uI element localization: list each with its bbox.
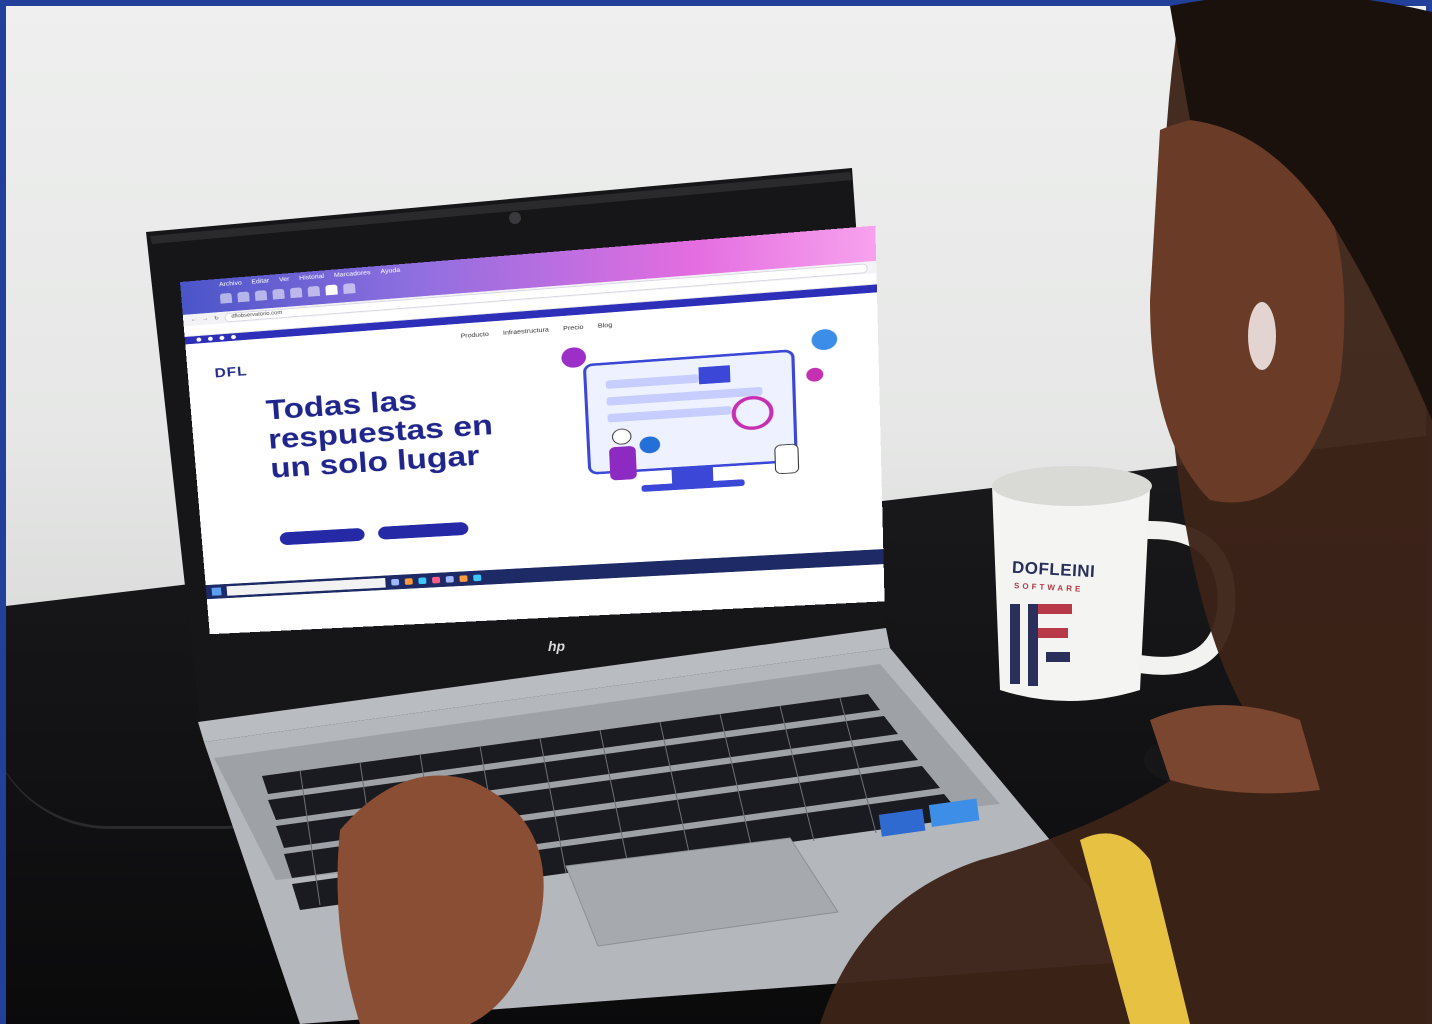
heart-icon: [806, 367, 824, 383]
taskbar-app-icon[interactable]: [418, 577, 427, 585]
browser-tab[interactable]: [219, 292, 233, 304]
secondary-button[interactable]: [377, 521, 469, 540]
taskbar-app-icon[interactable]: [459, 575, 468, 583]
laptop-screen: Archivo Editar Ver Historial Marcadores …: [180, 225, 885, 635]
browser-tab-active[interactable]: [325, 284, 338, 296]
browser-tab[interactable]: [237, 291, 250, 303]
browser-tab[interactable]: [254, 290, 268, 301]
mail-icon: [698, 365, 731, 385]
person-figure-left: [608, 445, 638, 481]
mug-brand: DOFLEINI: [1011, 557, 1096, 582]
browser-tab[interactable]: [289, 287, 303, 299]
forward-icon[interactable]: →: [202, 316, 208, 321]
taskbar-app-icon[interactable]: [473, 574, 482, 582]
globe-icon: [811, 328, 838, 351]
laptop-brand-logo: hp: [548, 638, 566, 654]
menu-item[interactable]: Ver: [279, 277, 290, 284]
taskbar-app-icon[interactable]: [431, 576, 441, 584]
windows-start-icon[interactable]: [211, 587, 222, 596]
browser-tab[interactable]: [343, 283, 356, 294]
taskbar-app-icon[interactable]: [445, 575, 454, 583]
windows-taskbar: [205, 548, 885, 600]
website-page: Producto Infraestructura Precio Blog DFL…: [185, 292, 885, 600]
logo-text: DFL: [214, 364, 249, 381]
social-icon[interactable]: [219, 335, 225, 341]
primary-button[interactable]: [279, 527, 366, 546]
nav-item[interactable]: Producto: [460, 332, 489, 340]
social-icon[interactable]: [196, 337, 202, 342]
taskbar-app-icon[interactable]: [404, 578, 413, 585]
menu-item[interactable]: Editar: [251, 278, 269, 285]
browser-tab[interactable]: [307, 285, 321, 297]
hero-illustration: [560, 328, 838, 492]
twitter-icon: [560, 346, 587, 369]
menu-item[interactable]: Historial: [299, 274, 324, 282]
back-icon[interactable]: ←: [191, 317, 197, 322]
menu-item[interactable]: Ayuda: [380, 268, 400, 275]
social-icon[interactable]: [230, 334, 237, 340]
menu-item[interactable]: Marcadores: [334, 270, 371, 279]
reload-icon[interactable]: ↻: [214, 315, 219, 321]
menu-item[interactable]: Archivo: [219, 280, 242, 288]
taskbar-search[interactable]: [226, 577, 386, 596]
hero-title: Todas las respuestas en un solo lugar: [264, 384, 494, 485]
browser-tab[interactable]: [272, 288, 285, 300]
site-logo[interactable]: DFL: [214, 364, 250, 381]
social-icon[interactable]: [207, 336, 213, 342]
person-figure-right: [775, 444, 799, 474]
hero-subtitle: [276, 481, 471, 493]
taskbar-app-icon[interactable]: [391, 578, 400, 586]
